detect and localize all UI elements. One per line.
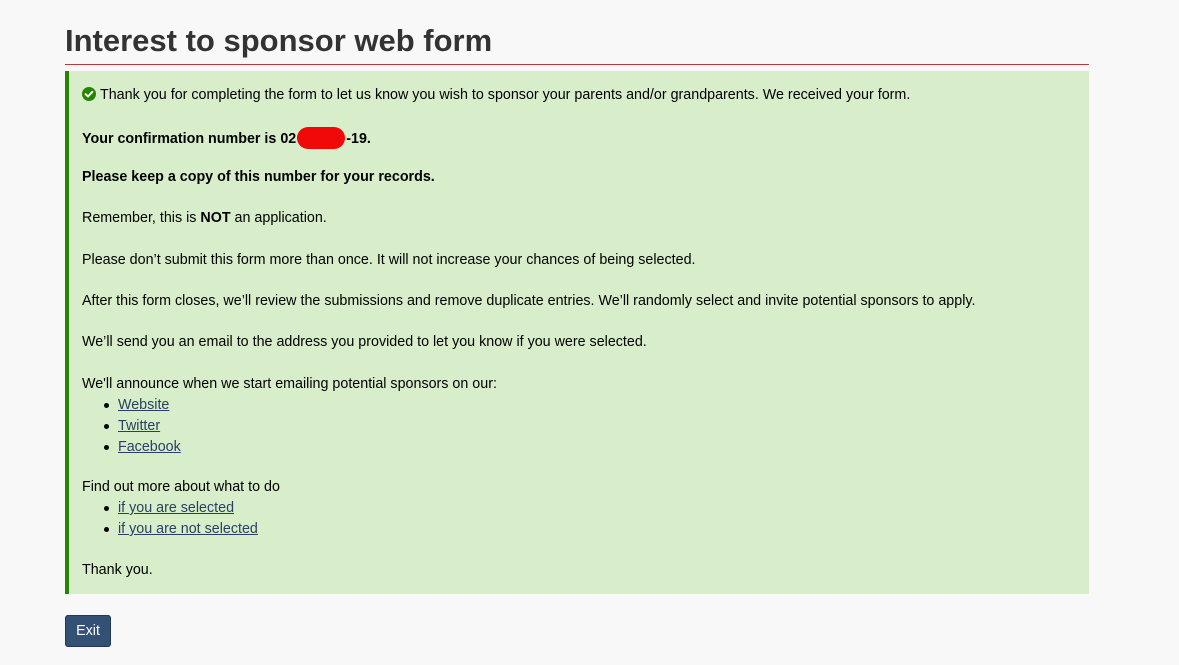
confirmation-number: Your confirmation number is 02 -19. bbox=[82, 127, 371, 149]
announce-intro: We'll announce when we start emailing po… bbox=[82, 376, 497, 392]
confirmation-suffix: -19. bbox=[346, 131, 371, 147]
success-message-row: Thank you for completing the form to let… bbox=[82, 86, 910, 104]
dont-submit-notice: Please don’t submit this form more than … bbox=[82, 252, 696, 268]
website-link[interactable]: Website bbox=[118, 397, 169, 413]
announce-section: We'll announce when we start emailing po… bbox=[82, 375, 497, 459]
facebook-link[interactable]: Facebook bbox=[118, 439, 181, 455]
list-item: Twitter bbox=[82, 417, 497, 438]
bullet bbox=[104, 527, 109, 532]
success-alert: Thank you for completing the form to let… bbox=[65, 71, 1089, 594]
announce-link-list: Website Twitter Facebook bbox=[82, 396, 497, 459]
bullet bbox=[104, 445, 109, 450]
page-title: Interest to sponsor web form bbox=[65, 23, 493, 58]
title-divider bbox=[65, 64, 1089, 65]
exit-button[interactable]: Exit bbox=[65, 615, 111, 647]
bullet bbox=[104, 424, 109, 429]
after-close-notice: After this form closes, we’ll review the… bbox=[82, 293, 976, 309]
check-circle-icon bbox=[82, 87, 96, 101]
if-selected-link[interactable]: if you are selected bbox=[118, 500, 234, 516]
keep-copy-notice: Please keep a copy of this number for yo… bbox=[82, 169, 435, 185]
remember-notice: Remember, this is NOT an application. bbox=[82, 209, 327, 227]
page-container: Interest to sponsor web form Thank you f… bbox=[65, 0, 1089, 594]
confirmation-prefix: Your confirmation number is 02 bbox=[82, 131, 297, 147]
list-item: if you are not selected bbox=[82, 520, 280, 541]
list-item: Facebook bbox=[82, 438, 497, 459]
thank-you-text: Thank you. bbox=[82, 562, 153, 578]
redaction-mark bbox=[297, 127, 346, 149]
bullet bbox=[104, 506, 109, 511]
remember-prefix: Remember, this is bbox=[82, 210, 201, 226]
list-item: Website bbox=[82, 396, 497, 417]
find-out-section: Find out more about what to do if you ar… bbox=[82, 478, 280, 541]
remember-emphasis: NOT bbox=[200, 210, 231, 226]
if-not-selected-link[interactable]: if you are not selected bbox=[118, 521, 258, 537]
list-item: if you are selected bbox=[82, 499, 280, 520]
twitter-link[interactable]: Twitter bbox=[118, 418, 160, 434]
email-notice: We’ll send you an email to the address y… bbox=[82, 334, 647, 350]
bullet bbox=[104, 403, 109, 408]
find-out-intro: Find out more about what to do bbox=[82, 479, 280, 495]
remember-suffix: an application. bbox=[230, 210, 327, 226]
find-out-link-list: if you are selected if you are not selec… bbox=[82, 499, 280, 541]
success-message: Thank you for completing the form to let… bbox=[100, 87, 911, 103]
